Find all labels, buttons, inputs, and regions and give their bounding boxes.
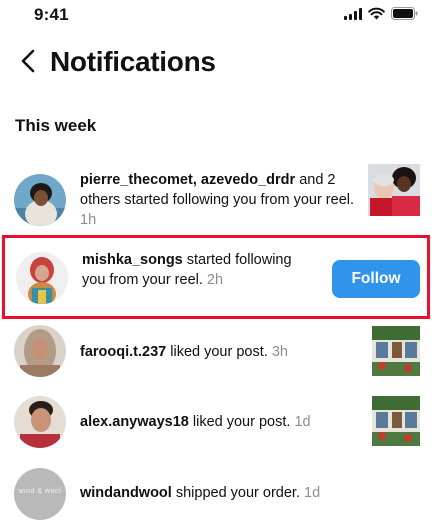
avatar[interactable] [16, 252, 68, 304]
avatar[interactable] [14, 325, 66, 377]
section-title: This week [15, 116, 97, 135]
timestamp: 2h [206, 272, 224, 288]
avatar-logo-text: wind & wool [18, 488, 62, 495]
status-icons [344, 7, 418, 20]
notification-message: liked your post. [188, 414, 291, 430]
battery-icon [391, 7, 418, 20]
username[interactable]: farooqi.t.237 [80, 344, 166, 360]
timestamp: 3h [271, 344, 288, 360]
username[interactable]: windandwool [80, 485, 172, 501]
follow-button[interactable]: Follow [332, 260, 420, 298]
header: Notifications [0, 42, 436, 84]
avatar[interactable] [14, 396, 66, 448]
wifi-icon [368, 7, 385, 20]
post-thumbnail[interactable] [372, 396, 420, 446]
notification-text: mishka_songs started following you from … [82, 250, 302, 290]
notification-text: windandwool shipped your order. 1d [80, 483, 380, 503]
status-time: 9:41 [34, 5, 69, 24]
username[interactable]: azevedo_drdr [201, 172, 295, 188]
username[interactable]: alex.anyways18 [80, 414, 189, 430]
notifications-screen: 9:41 Notifications This week pierre_thec… [0, 0, 436, 532]
post-thumbnail[interactable] [372, 326, 420, 376]
chevron-left-icon [21, 49, 35, 78]
avatar[interactable]: wind & wool [14, 468, 66, 520]
post-thumbnail[interactable] [368, 164, 420, 216]
notification-item[interactable]: mishka_songs started following you from … [0, 238, 436, 318]
timestamp: 1d [304, 485, 321, 501]
back-button[interactable] [16, 48, 40, 78]
username[interactable]: mishka_songs [82, 252, 183, 268]
notification-text: farooqi.t.237 liked your post. 3h [80, 342, 350, 362]
notification-message: liked your post. [166, 344, 268, 360]
avatar[interactable] [14, 174, 66, 226]
page-title: Notifications [50, 46, 216, 77]
cellular-signal-icon [344, 7, 362, 20]
status-bar: 9:41 [0, 0, 436, 30]
notification-item[interactable]: wind & wool windandwool shipped your ord… [0, 464, 436, 524]
notification-item[interactable]: pierre_thecomet, azevedo_drdr and 2 othe… [0, 162, 436, 232]
notification-item[interactable]: alex.anyways18 liked your post. 1d [0, 392, 436, 452]
notification-text: alex.anyways18 liked your post. 1d [80, 412, 360, 432]
username[interactable]: pierre_thecomet [80, 172, 193, 188]
notification-message: shipped your order. [171, 485, 300, 501]
notification-item[interactable]: farooqi.t.237 liked your post. 3h [0, 322, 436, 382]
username-separator: , [192, 172, 201, 188]
notification-text: pierre_thecomet, azevedo_drdr and 2 othe… [80, 170, 358, 230]
timestamp: 1h [80, 212, 97, 228]
timestamp: 1d [294, 414, 311, 430]
